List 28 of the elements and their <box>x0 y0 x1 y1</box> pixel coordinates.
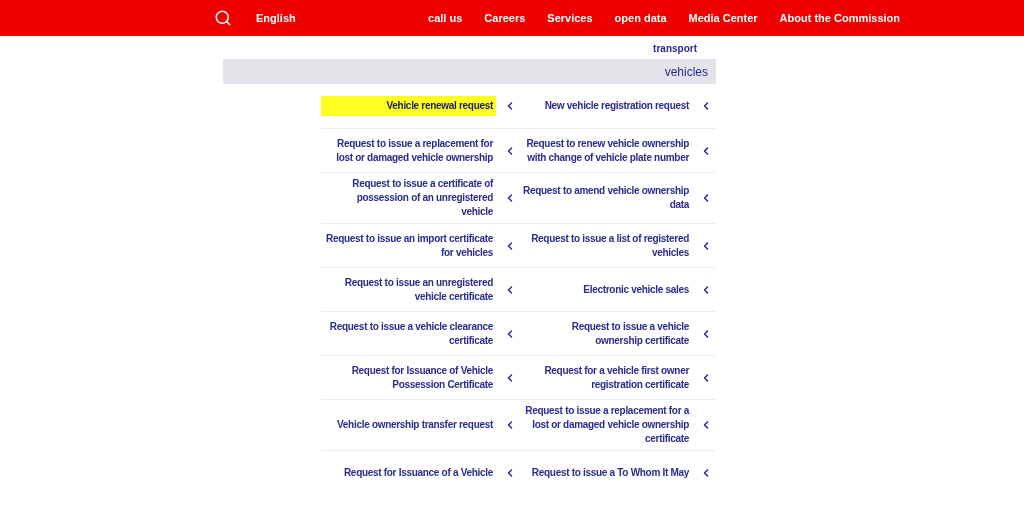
nav-link[interactable]: open data <box>614 9 667 27</box>
service-link[interactable]: Request for a vehicle first owner registration certificate <box>520 360 692 395</box>
service-link[interactable]: Request to issue a vehicle ownership certificate <box>520 316 692 351</box>
nav-link[interactable]: About the Commission <box>779 9 900 27</box>
nav-link[interactable]: Media Center <box>688 9 758 27</box>
service-link[interactable]: Request to issue a certificate of possession of an unregistered vehicle <box>321 174 496 222</box>
service-link[interactable]: transport <box>653 42 697 59</box>
service-link[interactable]: Request to issue a To Whom It May <box>520 462 692 483</box>
service-link[interactable]: Request to renew vehicle ownership with change of vehicle plate number <box>520 133 692 168</box>
service-link[interactable]: New vehicle registration request <box>520 96 692 116</box>
service-link[interactable]: Electronic vehicle sales <box>520 279 692 300</box>
nav-link[interactable]: Careers <box>484 9 526 27</box>
service-link[interactable]: Request to issue an import certificate for vehicles <box>321 228 496 263</box>
service-link[interactable]: Request to issue a replacement for lost or damaged vehicle ownership <box>321 133 496 168</box>
service-link[interactable]: Request to issue a replacement for a lost or damaged vehicle ownership certificate <box>520 401 692 449</box>
service-link[interactable]: Request for Issuance of a Vehicle <box>321 462 496 483</box>
nav-link[interactable]: Services <box>547 9 593 27</box>
nav-link[interactable]: call us <box>428 9 463 27</box>
service-link[interactable]: Request to amend vehicle ownership data <box>520 181 692 215</box>
service-link[interactable]: Request to issue an unregistered vehicle certificate <box>321 272 496 307</box>
service-link[interactable]: Vehicle ownership transfer request <box>321 415 496 435</box>
section-title: vehicles <box>664 63 708 81</box>
search-icon[interactable] <box>214 9 232 27</box>
service-link[interactable]: Request for Issuance of Vehicle Possession Certificate <box>321 360 496 395</box>
language-link[interactable]: English <box>256 9 296 27</box>
service-link[interactable]: Request to issue a list of registered vehicles <box>520 228 692 263</box>
service-link[interactable]: Request to issue a vehicle clearance certificate <box>321 316 496 351</box>
service-link[interactable]: Vehicle renewal request <box>321 96 496 116</box>
